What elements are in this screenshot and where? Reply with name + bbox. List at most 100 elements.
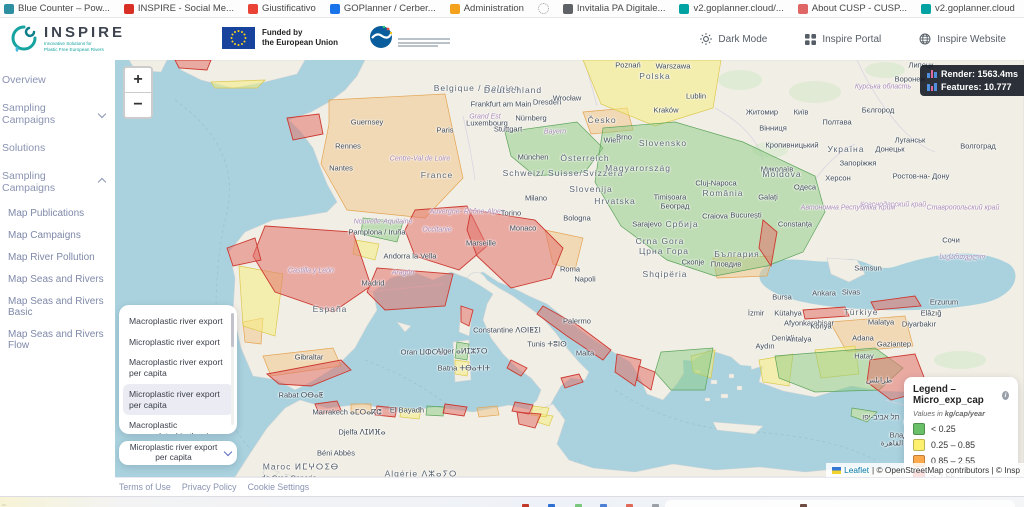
sidebar-item-label: Overview — [2, 74, 46, 86]
sidebar-item-map-seas-and-rivers-flow[interactable]: Map Seas and Rivers Flow — [0, 323, 115, 356]
sidebar-item-map-seas-and-rivers[interactable]: Map Seas and Rivers — [0, 268, 115, 290]
legend-subtitle: Values in kg/cap/year — [913, 409, 1009, 418]
header-action-dark-mode[interactable]: Dark Mode — [700, 33, 767, 45]
ukraine-flag-icon — [832, 467, 841, 474]
sidebar-item-map-seas-and-rivers-basic[interactable]: Map Seas and Rivers Basic — [0, 290, 115, 323]
sidebar-item-sampling-campaigns[interactable]: Sampling Campaigns — [0, 94, 115, 134]
layer-option[interactable]: Microplastic river export — [123, 332, 233, 353]
inspire-logo[interactable]: INSPIRE Innovative Solutions for Plastic… — [10, 24, 125, 52]
bookmark-item[interactable] — [538, 3, 549, 14]
features-icon — [927, 83, 937, 91]
footer-link-cookie-settings[interactable]: Cookie Settings — [248, 482, 310, 492]
sidebar-item-map-publications[interactable]: Map Publications — [0, 202, 115, 224]
leaflet-link[interactable]: Leaflet — [844, 465, 869, 475]
sidebar-item-label: Sampling Campaigns — [2, 102, 99, 126]
layer-option[interactable]: Macroplastic river export — [123, 311, 233, 332]
eu-funding-1: Funded by — [262, 28, 302, 37]
footer-link-privacy-policy[interactable]: Privacy Policy — [182, 482, 237, 492]
layer-list-scroll-thumb[interactable] — [231, 313, 234, 347]
chevron-down-icon — [224, 447, 232, 455]
logo-tagline-2: Plastic Free European Rivers — [44, 47, 104, 52]
favicon-icon — [450, 4, 460, 14]
header-action-label: Inspire Portal — [822, 34, 881, 45]
header-action-inspire-website[interactable]: Inspire Website — [919, 33, 1006, 45]
legend-panel: Legend – Micro_exp_cap i Values in kg/ca… — [904, 377, 1018, 477]
legend-swatch — [913, 423, 925, 435]
bookmark-item[interactable]: Invitalia PA Digitale... — [563, 3, 666, 14]
footer-link-terms-of-use[interactable]: Terms of Use — [119, 482, 171, 492]
zoom-in-button[interactable]: + — [125, 68, 151, 93]
bookmark-item[interactable]: GOPlanner / Cerber... — [330, 3, 436, 14]
sidebar-item-label: Map Publications — [8, 208, 84, 219]
render-stats-badge: Render: 1563.4ms Features: 10.777 — [920, 65, 1024, 96]
bookmark-item[interactable]: About CUSP - CUSP... — [798, 3, 907, 14]
layer-dropdown-value: Microplastic river export per capita — [125, 443, 222, 462]
bookmark-item[interactable]: v2.goplanner.cloud/... — [679, 3, 783, 14]
eu-flag-icon — [222, 27, 255, 49]
legend-title: Legend – Micro_exp_cap — [913, 384, 1002, 406]
legend-item: < 0.25 — [913, 423, 1009, 435]
inspire-logo-icon — [10, 24, 38, 52]
sidebar-item-map-river-pollution[interactable]: Map River Pollution — [0, 246, 115, 268]
layer-option[interactable]: Macroplastic river export per capita — [123, 352, 233, 383]
sidebar-item-overview[interactable]: Overview — [0, 66, 115, 94]
header-action-label: Dark Mode — [718, 34, 767, 45]
layer-list-panel: Macroplastic river exportMicroplastic ri… — [119, 305, 237, 434]
info-icon[interactable]: i — [1002, 391, 1009, 400]
legend-swatch — [913, 439, 925, 451]
bookmark-item[interactable]: Blue Counter – Pow... — [4, 3, 110, 14]
header-action-label: Inspire Website — [937, 34, 1006, 45]
bookmark-item[interactable]: INSPIRE - Social Me... — [124, 3, 234, 14]
bookmark-label: GOPlanner / Cerber... — [344, 3, 436, 14]
logo-title: INSPIRE — [44, 24, 125, 41]
bookmark-label: Invitalia PA Digitale... — [577, 3, 666, 14]
chevron-up-icon — [98, 178, 106, 186]
bookmark-label: Administration — [464, 3, 524, 14]
render-time: Render: 1563.4ms — [941, 69, 1018, 79]
bookmark-list: Blue Counter – Pow... INSPIRE - Social Me… — [4, 3, 1024, 14]
eu-funding-logo: Funded by the European Union — [222, 27, 338, 49]
favicon-icon — [679, 4, 689, 14]
legend-label: < 0.25 — [931, 424, 956, 434]
zoom-out-button[interactable]: − — [125, 93, 151, 117]
favicon-icon — [124, 4, 134, 14]
bookmark-label: v2.goplanner.cloud — [935, 3, 1015, 14]
favicon-icon — [563, 4, 573, 14]
header-action-inspire-portal[interactable]: Inspire Portal — [805, 34, 881, 45]
sidebar-item-sampling-campaigns[interactable]: Sampling Campaigns — [0, 162, 115, 202]
logo-tagline-1: Innovative Solutions for — [44, 41, 92, 46]
sidebar-item-solutions[interactable]: Solutions — [0, 134, 115, 162]
bookmark-item[interactable]: v2.goplanner.cloud — [921, 3, 1015, 14]
legend-item: 0.25 – 0.85 — [913, 439, 1009, 451]
background-window-strip: :::: — [0, 496, 1024, 507]
app-header: INSPIRE Innovative Solutions for Plastic… — [0, 18, 1024, 61]
layer-option[interactable]: Macroplastic accumulated in the river — [123, 415, 233, 434]
bookmark-item[interactable]: Giustificativo — [248, 3, 316, 14]
chevron-down-icon — [98, 110, 106, 118]
favicon-icon — [248, 4, 258, 14]
legend-label: 0.25 – 0.85 — [931, 440, 975, 450]
sidebar-nav: Overview Sampling Campaigns Solutions Sampl… — [0, 60, 115, 496]
footer: Terms of Use Privacy Policy Cookie Setting… — [115, 477, 1024, 496]
favicon-icon — [4, 4, 14, 14]
layer-option[interactable]: Microplastic river export per capita — [123, 384, 233, 415]
sidebar-item-label: Sampling Campaigns — [2, 170, 99, 194]
leaflet-map[interactable]: GuernseyRennesNantesParisFranceCentre-Va… — [115, 60, 1024, 477]
map-attribution: Leaflet | © OpenStreetMap contributors |… — [826, 463, 1024, 477]
sidebar-item-label: Map Campaigns — [8, 230, 81, 241]
spinner-icon — [538, 3, 549, 14]
favicon-icon — [798, 4, 808, 14]
sidebar-item-map-campaigns[interactable]: Map Campaigns — [0, 224, 115, 246]
sidebar-item-label: Map Seas and Rivers — [8, 274, 104, 285]
map-canvas — [115, 60, 1024, 477]
eu-funding-2: the European Union — [262, 38, 338, 47]
grid-icon — [805, 34, 816, 45]
favicon-icon — [921, 4, 931, 14]
layer-dropdown[interactable]: Microplastic river export per capita — [119, 441, 237, 465]
app-window: Blue Counter – Pow... INSPIRE - Social Me… — [0, 0, 1024, 507]
bookmark-label: About CUSP - CUSP... — [812, 3, 907, 14]
bookmark-item[interactable]: Administration — [450, 3, 524, 14]
sun-icon — [700, 33, 712, 45]
features-count: Features: 10.777 — [941, 82, 1012, 92]
bookmark-label: INSPIRE - Social Me... — [138, 3, 234, 14]
